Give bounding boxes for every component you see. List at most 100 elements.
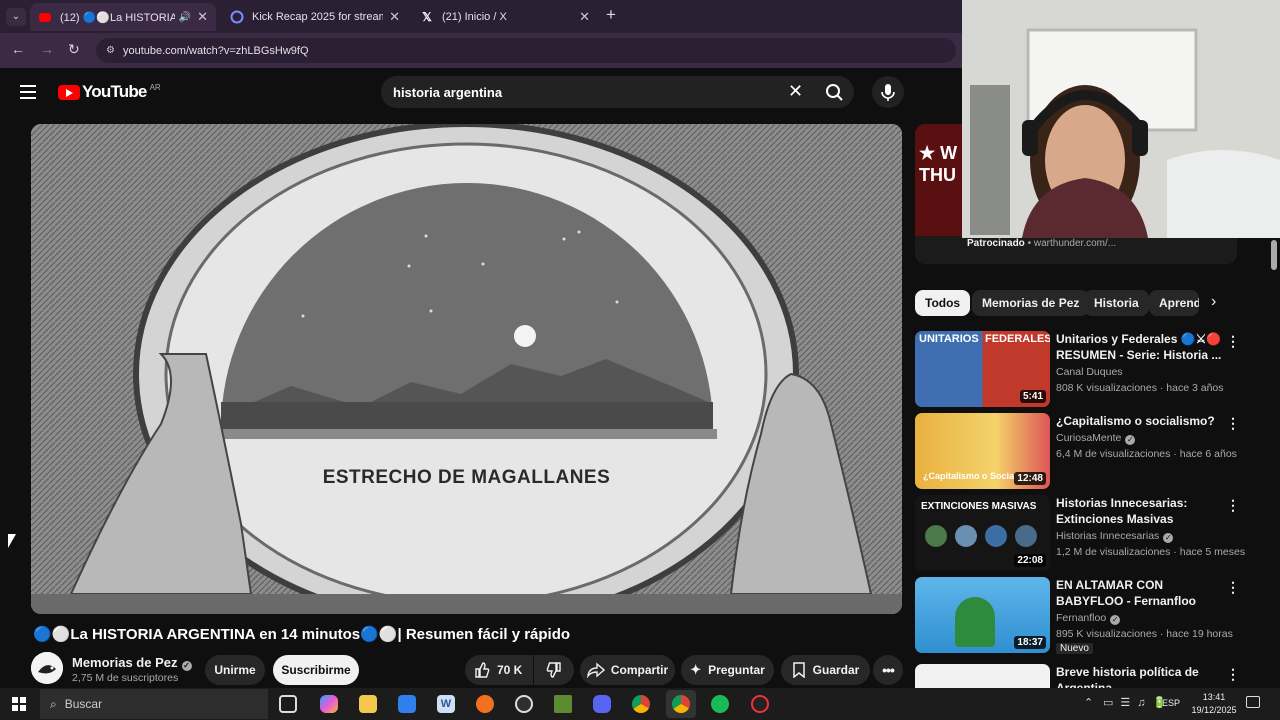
more-vertical-icon[interactable]: ⋮	[1226, 497, 1240, 514]
more-horizontal-icon: •••	[882, 662, 895, 678]
sparkle-icon: ✦	[690, 662, 702, 677]
more-vertical-icon[interactable]: ⋮	[1226, 333, 1240, 350]
microphone-icon	[881, 84, 895, 101]
dislike-button[interactable]	[534, 655, 574, 685]
url-field[interactable]: ⚙ youtube.com/watch?v=zhLBGsHw9fQ	[96, 38, 956, 63]
page-scrollbar[interactable]	[1271, 240, 1277, 270]
copilot-icon[interactable]	[320, 695, 338, 713]
app-red-icon[interactable]	[751, 695, 769, 713]
video-duration: 22:08	[1014, 554, 1046, 567]
close-tab-icon[interactable]: ✕	[197, 9, 208, 25]
recommendation-3[interactable]: EXTINCIONES MASIVAS 22:08 Historias Inne…	[915, 495, 1270, 571]
windows-start-icon[interactable]	[12, 697, 26, 711]
taskbar-clock[interactable]: 13:41 19/12/2025	[1189, 691, 1239, 717]
recommendation-5[interactable]: Breve historia política de Argentina ⋮	[915, 664, 1270, 688]
video-duration: 18:37	[1014, 636, 1046, 649]
video-title: Historias Innecesarias: Extinciones Masi…	[1056, 496, 1188, 526]
clear-search-icon[interactable]: ✕	[788, 81, 803, 102]
webcam-overlay	[962, 0, 1280, 238]
channel-name-text: Historias Innecesarias	[1056, 530, 1160, 542]
chrome-icon[interactable]	[632, 695, 650, 713]
more-vertical-icon[interactable]: ⋮	[1226, 579, 1240, 596]
channel-name: Historias Innecesarias ✓	[1056, 530, 1174, 543]
speaker-icon[interactable]: 🔊	[179, 12, 191, 23]
new-tab-button[interactable]: +	[606, 5, 616, 25]
back-arrow-icon[interactable]: ←	[11, 41, 25, 57]
chrome-profile-icon	[672, 695, 690, 713]
video-thumbnail: ¿Capitalismo o Socia 12:48	[915, 413, 1050, 489]
search-icon	[826, 84, 843, 101]
spotify-icon[interactable]	[711, 695, 729, 713]
save-button[interactable]: Guardar	[781, 655, 870, 685]
hamburger-menu-icon[interactable]	[20, 85, 36, 99]
video-thumbnail: UNITARIOS FEDERALES 5:41	[915, 331, 1050, 407]
taskbar-search-input[interactable]: ⌕ Buscar	[40, 689, 268, 719]
chip-historia[interactable]: Historia	[1084, 290, 1149, 316]
clock-date: 19/12/2025	[1191, 705, 1237, 715]
chips-next-icon[interactable]: ›	[1211, 293, 1216, 311]
tab-x[interactable]: 𝕏 (21) Inicio / X ✕	[412, 3, 598, 31]
url-text: youtube.com/watch?v=zhLBGsHw9fQ	[122, 44, 309, 57]
reload-icon[interactable]: ↻	[68, 41, 80, 58]
share-label: Compartir	[610, 663, 669, 677]
more-actions-button[interactable]: •••	[873, 655, 903, 685]
discord-icon[interactable]	[593, 695, 611, 713]
recommendation-4[interactable]: 18:37 EN ALTAMAR CON BABYFLOO - Fernanfl…	[915, 577, 1270, 654]
clock-time: 13:41	[1202, 692, 1226, 702]
tab-kick[interactable]: Kick Recap 2025 for streamers ✕	[222, 3, 408, 31]
bookmark-icon	[792, 662, 805, 678]
minecraft-icon[interactable]	[554, 695, 572, 713]
taskbar-search-placeholder: Buscar	[64, 697, 103, 711]
file-explorer-icon[interactable]	[359, 695, 377, 713]
tray-chevron-icon[interactable]: ⌃	[1084, 696, 1093, 709]
tab-search-dropdown[interactable]: ⌄	[6, 8, 26, 26]
share-button[interactable]: Compartir	[580, 655, 675, 685]
join-button[interactable]: Unirme	[205, 655, 265, 685]
store-icon[interactable]	[398, 695, 416, 713]
chip-todos[interactable]: Todos	[915, 290, 971, 316]
ask-button[interactable]: ✦ Preguntar	[681, 655, 774, 685]
youtube-favicon-icon	[38, 10, 52, 24]
more-vertical-icon[interactable]: ⋮	[1226, 415, 1240, 432]
channel-name[interactable]: Memorias de Pez ✓	[72, 655, 192, 671]
obs-icon[interactable]	[515, 695, 533, 713]
channel-avatar[interactable]	[31, 652, 63, 684]
site-info-icon[interactable]: ⚙	[106, 45, 115, 56]
tab-title: (21) Inicio / X	[442, 11, 507, 23]
voice-search-button[interactable]	[872, 76, 904, 108]
tab-youtube[interactable]: (12) 🔵⚪La HISTORIA ARGENTINA 🔊 ✕	[30, 3, 216, 31]
forward-arrow-icon[interactable]: →	[40, 41, 54, 57]
task-view-icon[interactable]	[279, 695, 297, 713]
language-indicator[interactable]: ESP	[1162, 698, 1180, 708]
youtube-play-icon	[58, 84, 80, 100]
video-player[interactable]: ESTRECHO DE MAGALLANES	[31, 124, 902, 614]
save-label: Guardar	[812, 663, 860, 677]
search-input[interactable]: historia argentina	[381, 76, 816, 108]
chrome-active-app[interactable]	[666, 690, 696, 718]
channel-name: Canal Duques	[1056, 366, 1123, 378]
video-title: Unitarios y Federales 🔵⚔🔴 RESUMEN - Seri…	[1056, 332, 1222, 362]
video-meta: 808 K visualizaciones · hace 3 años	[1056, 382, 1224, 394]
search-button[interactable]	[816, 76, 854, 108]
close-tab-icon[interactable]: ✕	[389, 9, 400, 25]
word-icon[interactable]: W	[437, 695, 455, 713]
tab-title: (12) 🔵⚪La HISTORIA ARGENTINA	[60, 11, 175, 24]
channel-name-text: Fernanfloo	[1056, 612, 1107, 624]
more-vertical-icon[interactable]: ⋮	[1226, 666, 1240, 683]
video-thumbnail: EXTINCIONES MASIVAS 22:08	[915, 495, 1050, 571]
verified-check-icon: ✓	[1125, 435, 1136, 445]
new-badge: Nuevo	[1056, 643, 1093, 654]
recommendation-1[interactable]: UNITARIOS FEDERALES 5:41 Unitarios y Fed…	[915, 331, 1270, 407]
channel-name: Fernanfloo ✓	[1056, 612, 1121, 625]
recommendation-2[interactable]: ¿Capitalismo o Socia 12:48 ¿Capitalismo …	[915, 413, 1270, 489]
subscribe-button[interactable]: Suscribirme	[273, 655, 359, 685]
app-orange-icon[interactable]	[476, 695, 494, 713]
like-button[interactable]: 70 K	[465, 655, 533, 685]
chip-aprend[interactable]: Aprend	[1149, 290, 1199, 316]
notification-icon[interactable]	[1246, 696, 1260, 708]
chip-memorias-de-pez[interactable]: Memorias de Pez	[972, 290, 1090, 316]
youtube-logo[interactable]: YouTube AR	[58, 82, 161, 102]
verified-check-icon: ✓	[181, 661, 192, 671]
windows-taskbar: ⌕ Buscar W ⌃ ▭☰♫🔋 ESP 13:41 19/12/2025	[0, 688, 1280, 720]
close-tab-icon[interactable]: ✕	[579, 9, 590, 25]
